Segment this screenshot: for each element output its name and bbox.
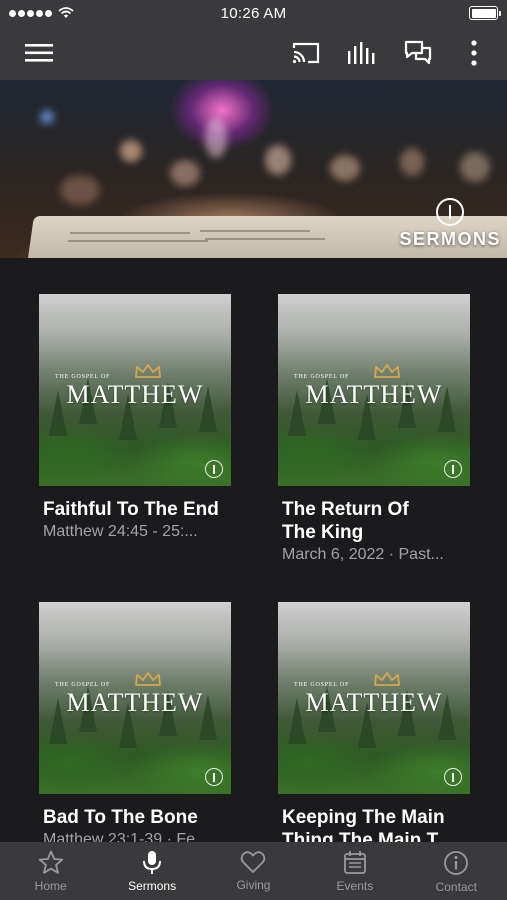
status-bar: 10:26 AM: [0, 0, 507, 26]
hamburger-menu-icon[interactable]: [24, 38, 54, 68]
app-actions: [291, 38, 489, 68]
battery-icon: [469, 6, 501, 20]
sermon-grid: THE GOSPEL OF MATTHEW Faithful To The En…: [0, 258, 507, 842]
tab-label-home: Home: [34, 879, 67, 893]
sermon-card[interactable]: THE GOSPEL OF MATTHEW Bad To The Bone Ma…: [39, 602, 233, 842]
church-logo-icon: [205, 460, 223, 478]
tab-sermons[interactable]: Sermons: [102, 850, 203, 893]
thumbnail-title: MATTHEW: [305, 688, 443, 717]
sermons-hero-banner: SERMONS: [0, 80, 507, 258]
church-logo-icon: [444, 460, 462, 478]
more-vertical-icon[interactable]: [459, 38, 489, 68]
sermon-card[interactable]: THE GOSPEL OF MATTHEW Faithful To The En…: [39, 294, 233, 543]
church-logo-icon: [205, 768, 223, 786]
calendar-icon: [343, 851, 366, 874]
star-icon: [38, 850, 63, 874]
info-icon: [444, 851, 469, 875]
heart-icon: [241, 851, 266, 873]
microphone-icon: [143, 851, 162, 874]
sermon-thumbnail: THE GOSPEL OF MATTHEW: [278, 294, 470, 486]
church-logo-icon: [436, 198, 465, 226]
sermon-subtitle: Matthew 24:45 - 25:...: [43, 523, 198, 540]
sermon-thumbnail: THE GOSPEL OF MATTHEW: [278, 602, 470, 794]
tab-label-contact: Contact: [435, 880, 477, 894]
sermon-thumbnail: THE GOSPEL OF MATTHEW: [39, 294, 231, 486]
tab-label-sermons: Sermons: [128, 879, 177, 893]
tab-bar: Home Sermons Giving Events Contact: [0, 842, 507, 900]
crown-icon: [374, 672, 400, 686]
cast-icon[interactable]: [291, 38, 321, 68]
tab-giving[interactable]: Giving: [203, 850, 304, 892]
sermon-title: Faithful To The End: [43, 499, 219, 520]
sermon-title: Bad To The Bone: [43, 807, 198, 828]
hero-badge: SERMONS: [399, 198, 501, 250]
battery-fill: [471, 8, 496, 18]
sermon-card[interactable]: THE GOSPEL OF MATTHEW Keeping The Main T…: [278, 602, 472, 842]
tab-label-giving: Giving: [236, 878, 271, 892]
tab-label-events: Events: [336, 879, 374, 893]
sermon-title: The Return Of The King: [282, 499, 409, 543]
thumbnail-title: MATTHEW: [305, 380, 443, 409]
sermon-title: Keeping The Main Thing The Main T...: [282, 807, 452, 842]
tab-home[interactable]: Home: [0, 850, 101, 893]
status-time: 10:26 AM: [220, 5, 287, 22]
sermon-subtitle: Matthew 23:1-39 · Fe...: [43, 831, 209, 842]
tab-events[interactable]: Events: [304, 850, 405, 893]
church-logo-icon: [444, 768, 462, 786]
app-bar: [0, 26, 507, 80]
crown-icon: [135, 364, 161, 378]
sermon-thumbnail: THE GOSPEL OF MATTHEW: [39, 602, 231, 794]
crown-icon: [374, 364, 400, 378]
sermon-card[interactable]: THE GOSPEL OF MATTHEW The Return Of The …: [278, 294, 472, 566]
audio-bars-icon[interactable]: [347, 38, 377, 68]
chat-icon[interactable]: [403, 38, 433, 68]
thumbnail-title: MATTHEW: [66, 380, 204, 409]
tab-contact[interactable]: Contact: [406, 850, 507, 894]
hero-title: SERMONS: [399, 229, 501, 249]
sermon-subtitle: March 6, 2022 · Past...: [282, 546, 444, 563]
thumbnail-title: MATTHEW: [66, 688, 204, 717]
crown-icon: [135, 672, 161, 686]
